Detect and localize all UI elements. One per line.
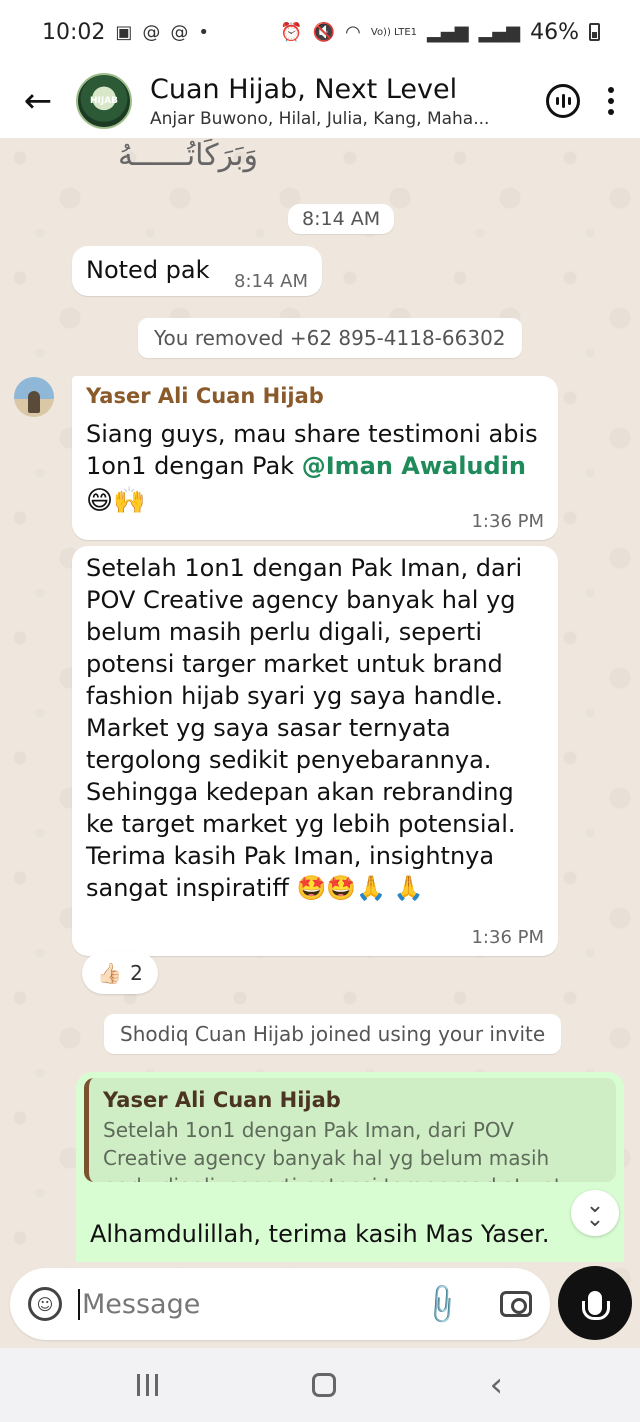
wifi-icon: ◠ (345, 21, 361, 43)
message-text: Setelah 1on1 dengan Pak Iman, dari POV C… (86, 554, 523, 902)
camera-icon[interactable] (500, 1291, 532, 1317)
volte-label: Vo)) LTE1 (370, 26, 418, 38)
mute-icon: 🔇 (312, 21, 336, 43)
timestamp-pill: 8:14 AM (288, 204, 395, 234)
battery-icon (589, 23, 600, 41)
system-nav-bar: ‹ (0, 1348, 640, 1422)
paperclip-icon[interactable]: 📎 (419, 1280, 467, 1328)
nav-back-icon[interactable]: ‹ (489, 1365, 503, 1405)
message-time: 1:36 PM (471, 927, 544, 948)
battery-percent: 46% (530, 19, 579, 45)
alarm-icon: ⏰ (280, 21, 303, 43)
message-bubble-yaser-2[interactable]: Setelah 1on1 dengan Pak Iman, dari POV C… (72, 546, 558, 956)
system-message-joined: Shodiq Cuan Hijab joined using your invi… (104, 1014, 562, 1054)
message-bubble-outgoing[interactable]: Yaser Ali Cuan Hijab Setelah 1on1 dengan… (76, 1072, 624, 1262)
reaction-count: 2 (130, 961, 143, 985)
group-members: Anjar Buwono, Hilal, Julia, Kang, Maha..… (150, 108, 490, 129)
double-chevron-down-icon[interactable]: ⌄ ⌄ (571, 1190, 619, 1236)
message-text: Siang guys, mau share testimoni abis 1on… (86, 418, 546, 482)
message-emojis: 😄🙌 (86, 486, 146, 516)
status-right: ⏰ 🔇 ◠ Vo)) LTE1 ▂▄▆ ▂▄▆ 46% (280, 20, 600, 45)
header-info[interactable]: Cuan Hijab, Next Level Anjar Buwono, Hil… (150, 74, 500, 129)
threads-notification-icon-2: @ (170, 21, 189, 43)
thumbs-up-icon: 👍🏻 (97, 961, 123, 985)
message-time: 1:36 PM (471, 511, 544, 532)
mic-icon[interactable] (558, 1266, 632, 1340)
quoted-message[interactable]: Yaser Ali Cuan Hijab Setelah 1on1 dengan… (84, 1078, 616, 1182)
system-message-removed: You removed +62 895-4118-66302 (138, 318, 522, 358)
sender-avatar[interactable] (14, 377, 54, 417)
more-notifications-icon: • (198, 21, 210, 43)
message-text: Alhamdulillah, terima kasih Mas Yaser. (90, 1220, 550, 1248)
chat-header: ← HIJAB Cuan Hijab, Next Level Anjar Buw… (0, 64, 640, 138)
message-time: 8:14 AM (234, 271, 308, 292)
status-time: 10:02 (42, 19, 106, 45)
quoted-sender: Yaser Ali Cuan Hijab (103, 1088, 341, 1112)
header-actions (546, 81, 640, 121)
signal-icon: ▂▄▆ (427, 21, 469, 43)
threads-notification-icon: @ (142, 21, 161, 43)
group-avatar[interactable]: HIJAB (76, 73, 132, 129)
message-text: Noted pak (86, 256, 210, 284)
group-title: Cuan Hijab, Next Level (150, 73, 458, 105)
home-icon[interactable] (311, 1373, 336, 1397)
sender-name[interactable]: Yaser Ali Cuan Hijab (86, 384, 324, 408)
arrow-left-icon: ← (23, 81, 53, 121)
recents-icon[interactable] (136, 1374, 158, 1396)
status-left: 10:02 ▣ @ @ • (42, 20, 209, 45)
mention-link[interactable]: @Iman Awaludin (302, 452, 526, 480)
reaction-chip[interactable]: 👍🏻 2 (82, 952, 158, 994)
signal-icon-2: ▂▄▆ (478, 21, 521, 43)
status-bar: 10:02 ▣ @ @ • ⏰ 🔇 ◠ Vo)) LTE1 ▂▄▆ ▂▄▆ 46… (0, 0, 640, 64)
emoji-icon[interactable]: ☺ (28, 1287, 62, 1321)
message-composer: ☺ 📎 (10, 1268, 550, 1340)
quoted-text: Setelah 1on1 dengan Pak Iman, dari POV C… (103, 1118, 593, 1182)
message-bubble-yaser-1[interactable]: Yaser Ali Cuan Hijab Siang guys, mau sha… (72, 376, 558, 540)
message-bubble-noted[interactable]: Noted pak 8:14 AM (72, 246, 322, 296)
back-button[interactable]: ← (0, 64, 76, 138)
more-vert-icon[interactable] (604, 81, 618, 121)
arabic-message-fragment: وَبَرَكَاتُــــــهُ (118, 138, 258, 173)
message-input[interactable] (78, 1288, 378, 1320)
gallery-notification-icon: ▣ (115, 21, 133, 43)
group-call-icon[interactable] (546, 84, 580, 118)
